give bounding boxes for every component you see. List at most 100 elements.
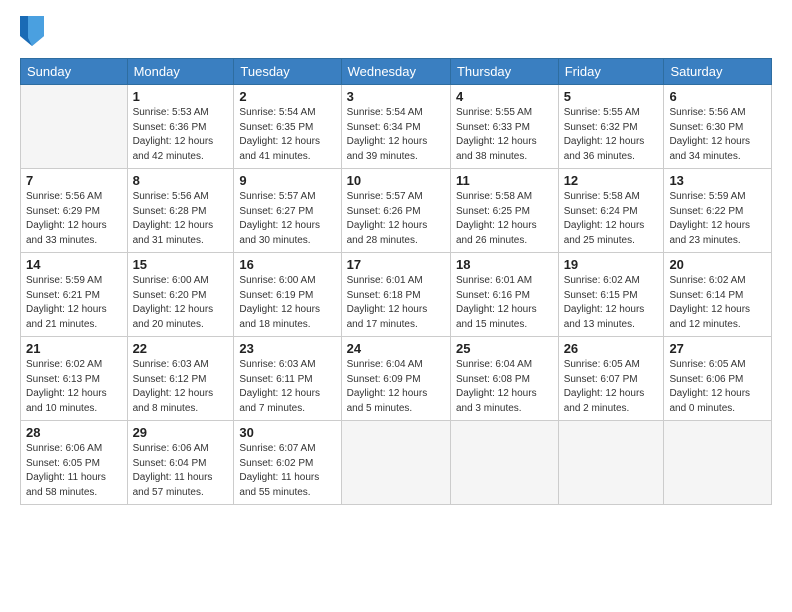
day-number: 23 [239, 341, 335, 356]
calendar-cell: 12 Sunrise: 5:58 AMSunset: 6:24 PMDayligh… [558, 169, 664, 253]
day-number: 25 [456, 341, 553, 356]
day-number: 30 [239, 425, 335, 440]
calendar-cell: 29 Sunrise: 6:06 AMSunset: 6:04 PMDayligh… [127, 421, 234, 505]
day-detail: Sunrise: 5:57 AMSunset: 6:26 PMDaylight:… [347, 190, 445, 248]
day-detail: Sunrise: 6:00 AMSunset: 6:20 PMDaylight:… [133, 274, 229, 332]
day-detail: Sunrise: 6:06 AMSunset: 6:05 PMDaylight:… [26, 442, 122, 500]
day-detail: Sunrise: 5:59 AMSunset: 6:22 PMDaylight:… [669, 190, 766, 248]
week-row-1: 1 Sunrise: 5:53 AMSunset: 6:36 PMDaylight… [21, 85, 772, 169]
day-detail: Sunrise: 6:03 AMSunset: 6:12 PMDaylight:… [133, 358, 229, 416]
day-detail: Sunrise: 6:02 AMSunset: 6:14 PMDaylight:… [669, 274, 766, 332]
calendar-cell [341, 421, 450, 505]
day-detail: Sunrise: 5:56 AMSunset: 6:28 PMDaylight:… [133, 190, 229, 248]
calendar-cell: 3 Sunrise: 5:54 AMSunset: 6:34 PMDaylight… [341, 85, 450, 169]
day-number: 8 [133, 173, 229, 188]
col-header-friday: Friday [558, 59, 664, 85]
week-row-2: 7 Sunrise: 5:56 AMSunset: 6:29 PMDaylight… [21, 169, 772, 253]
day-number: 4 [456, 89, 553, 104]
day-number: 2 [239, 89, 335, 104]
calendar-cell: 5 Sunrise: 5:55 AMSunset: 6:32 PMDaylight… [558, 85, 664, 169]
page: SundayMondayTuesdayWednesdayThursdayFrid… [0, 0, 792, 612]
day-detail: Sunrise: 5:55 AMSunset: 6:32 PMDaylight:… [564, 106, 659, 164]
header [20, 16, 772, 46]
day-detail: Sunrise: 5:58 AMSunset: 6:24 PMDaylight:… [564, 190, 659, 248]
day-number: 5 [564, 89, 659, 104]
day-number: 7 [26, 173, 122, 188]
day-detail: Sunrise: 5:54 AMSunset: 6:34 PMDaylight:… [347, 106, 445, 164]
day-detail: Sunrise: 6:02 AMSunset: 6:15 PMDaylight:… [564, 274, 659, 332]
day-number: 19 [564, 257, 659, 272]
calendar-cell: 4Sunrise: 5:55 AMSunset: 6:33 PMDaylight… [450, 85, 558, 169]
day-number: 29 [133, 425, 229, 440]
col-header-thursday: Thursday [450, 59, 558, 85]
calendar-cell: 25 Sunrise: 6:04 AMSunset: 6:08 PMDayligh… [450, 337, 558, 421]
calendar-cell: 7 Sunrise: 5:56 AMSunset: 6:29 PMDaylight… [21, 169, 128, 253]
calendar-cell: 2 Sunrise: 5:54 AMSunset: 6:35 PMDaylight… [234, 85, 341, 169]
day-detail: Sunrise: 5:56 AMSunset: 6:29 PMDaylight:… [26, 190, 122, 248]
day-detail: Sunrise: 6:05 AMSunset: 6:06 PMDaylight:… [669, 358, 766, 416]
calendar-cell: 6 Sunrise: 5:56 AMSunset: 6:30 PMDaylight… [664, 85, 772, 169]
day-detail: Sunrise: 6:01 AMSunset: 6:18 PMDaylight:… [347, 274, 445, 332]
day-detail: Sunrise: 6:05 AMSunset: 6:07 PMDaylight:… [564, 358, 659, 416]
calendar-cell: 26 Sunrise: 6:05 AMSunset: 6:07 PMDayligh… [558, 337, 664, 421]
day-number: 18 [456, 257, 553, 272]
day-detail: Sunrise: 5:59 AMSunset: 6:21 PMDaylight:… [26, 274, 122, 332]
col-header-saturday: Saturday [664, 59, 772, 85]
day-number: 27 [669, 341, 766, 356]
day-detail: Sunrise: 6:01 AMSunset: 6:16 PMDaylight:… [456, 274, 553, 332]
week-row-3: 14Sunrise: 5:59 AMSunset: 6:21 PMDayligh… [21, 253, 772, 337]
calendar-cell: 16 Sunrise: 6:00 AMSunset: 6:19 PMDayligh… [234, 253, 341, 337]
day-number: 12 [564, 173, 659, 188]
day-number: 10 [347, 173, 445, 188]
day-number: 15 [133, 257, 229, 272]
day-detail: Sunrise: 5:58 AMSunset: 6:25 PMDaylight:… [456, 190, 553, 248]
day-detail: Sunrise: 6:07 AMSunset: 6:02 PMDaylight:… [239, 442, 335, 500]
col-header-wednesday: Wednesday [341, 59, 450, 85]
calendar-cell: 15 Sunrise: 6:00 AMSunset: 6:20 PMDayligh… [127, 253, 234, 337]
day-number: 20 [669, 257, 766, 272]
calendar-cell: 19 Sunrise: 6:02 AMSunset: 6:15 PMDayligh… [558, 253, 664, 337]
col-header-monday: Monday [127, 59, 234, 85]
day-detail: Sunrise: 6:02 AMSunset: 6:13 PMDaylight:… [26, 358, 122, 416]
calendar-cell: 27 Sunrise: 6:05 AMSunset: 6:06 PMDayligh… [664, 337, 772, 421]
day-detail: Sunrise: 6:04 AMSunset: 6:08 PMDaylight:… [456, 358, 553, 416]
calendar-cell [664, 421, 772, 505]
day-number: 13 [669, 173, 766, 188]
day-number: 17 [347, 257, 445, 272]
calendar-cell: 28Sunrise: 6:06 AMSunset: 6:05 PMDayligh… [21, 421, 128, 505]
day-number: 6 [669, 89, 766, 104]
day-number: 3 [347, 89, 445, 104]
day-number: 16 [239, 257, 335, 272]
day-detail: Sunrise: 6:03 AMSunset: 6:11 PMDaylight:… [239, 358, 335, 416]
day-detail: Sunrise: 6:00 AMSunset: 6:19 PMDaylight:… [239, 274, 335, 332]
day-detail: Sunrise: 5:54 AMSunset: 6:35 PMDaylight:… [239, 106, 335, 164]
calendar-cell: 18 Sunrise: 6:01 AMSunset: 6:16 PMDayligh… [450, 253, 558, 337]
col-header-tuesday: Tuesday [234, 59, 341, 85]
calendar-cell [450, 421, 558, 505]
day-number: 1 [133, 89, 229, 104]
calendar-cell: 20 Sunrise: 6:02 AMSunset: 6:14 PMDayligh… [664, 253, 772, 337]
calendar-cell [558, 421, 664, 505]
logo [20, 16, 46, 46]
col-header-sunday: Sunday [21, 59, 128, 85]
calendar-cell: 23 Sunrise: 6:03 AMSunset: 6:11 PMDayligh… [234, 337, 341, 421]
calendar-cell: 1 Sunrise: 5:53 AMSunset: 6:36 PMDaylight… [127, 85, 234, 169]
calendar-cell: 24 Sunrise: 6:04 AMSunset: 6:09 PMDayligh… [341, 337, 450, 421]
calendar-cell: 11 Sunrise: 5:58 AMSunset: 6:25 PMDayligh… [450, 169, 558, 253]
day-number: 22 [133, 341, 229, 356]
calendar-cell: 8 Sunrise: 5:56 AMSunset: 6:28 PMDaylight… [127, 169, 234, 253]
calendar-cell: 10 Sunrise: 5:57 AMSunset: 6:26 PMDayligh… [341, 169, 450, 253]
day-number: 11 [456, 173, 553, 188]
day-detail: Sunrise: 6:06 AMSunset: 6:04 PMDaylight:… [133, 442, 229, 500]
logo-icon [20, 16, 44, 46]
day-number: 24 [347, 341, 445, 356]
day-detail: Sunrise: 5:56 AMSunset: 6:30 PMDaylight:… [669, 106, 766, 164]
calendar-cell: 9Sunrise: 5:57 AMSunset: 6:27 PMDaylight… [234, 169, 341, 253]
day-detail: Sunrise: 6:04 AMSunset: 6:09 PMDaylight:… [347, 358, 445, 416]
calendar-cell: 13 Sunrise: 5:59 AMSunset: 6:22 PMDayligh… [664, 169, 772, 253]
calendar-cell: 17 Sunrise: 6:01 AMSunset: 6:18 PMDayligh… [341, 253, 450, 337]
day-number: 26 [564, 341, 659, 356]
calendar-cell: 21 Sunrise: 6:02 AMSunset: 6:13 PMDayligh… [21, 337, 128, 421]
day-detail: Sunrise: 5:53 AMSunset: 6:36 PMDaylight:… [133, 106, 229, 164]
day-number: 21 [26, 341, 122, 356]
